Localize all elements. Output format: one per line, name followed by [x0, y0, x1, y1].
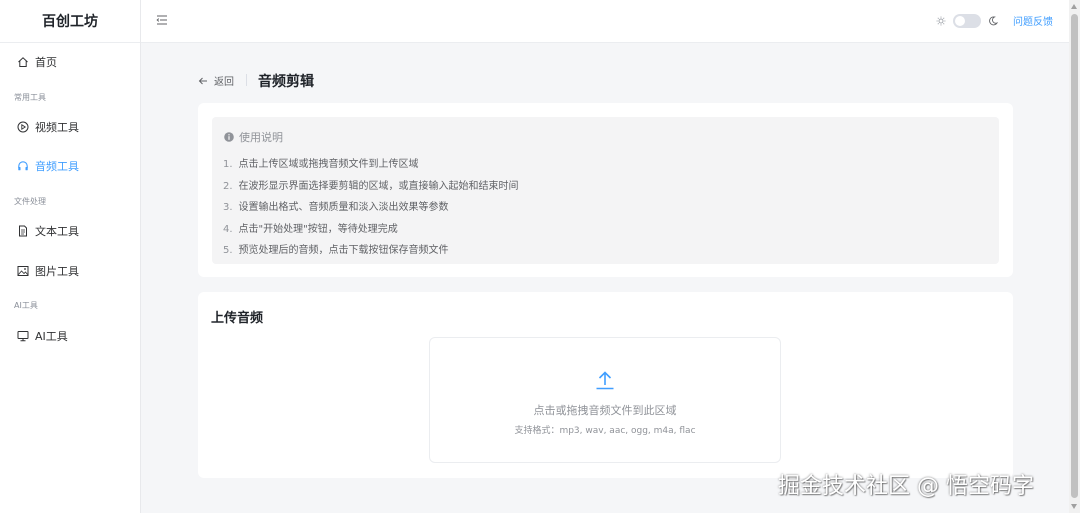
- watermark: 掘金技术社区 @ 悟空码字: [778, 474, 1034, 499]
- instructions-title: 使用说明: [224, 129, 283, 145]
- scroll-down-arrow[interactable]: [1071, 504, 1077, 509]
- step-text: 点击上传区域或拖拽音频文件到上传区域: [238, 159, 419, 170]
- step-text: 设置输出格式、音频质量和淡入淡出效果等参数: [238, 202, 449, 213]
- play-circle-icon: [17, 121, 29, 133]
- scrollbar-thumb[interactable]: [1071, 14, 1078, 498]
- top-header: 问题反馈: [141, 0, 1069, 43]
- scroll-up-arrow[interactable]: [1071, 4, 1077, 9]
- upload-card: 上传音频 点击或拖拽音频文件到此区域 支持格式：mp3, wav, aac, o…: [198, 292, 1013, 478]
- sidebar-item-label: 音频工具: [35, 160, 79, 173]
- page-title: 音频剪辑: [258, 74, 314, 90]
- instruction-step: 5. 预览处理后的音频，点击下载按钮保存音频文件: [223, 241, 449, 256]
- step-number: 5.: [223, 245, 233, 256]
- sidebar-item-video[interactable]: 视频工具: [0, 112, 140, 142]
- step-text: 在波形显示界面选择要剪辑的区域，或直接输入起始和结束时间: [238, 181, 519, 192]
- sidebar-item-label: 视频工具: [35, 121, 79, 134]
- sidebar-item-text[interactable]: 文本工具: [0, 216, 140, 246]
- sidebar-item-label: 首页: [35, 56, 57, 69]
- back-label: 返回: [214, 77, 234, 88]
- sidebar-item-ai[interactable]: AI工具: [0, 321, 140, 351]
- upload-dropzone[interactable]: 点击或拖拽音频文件到此区域 支持格式：mp3, wav, aac, ogg, m…: [429, 337, 781, 463]
- arrow-left-icon: [198, 77, 207, 84]
- upload-title: 上传音频: [211, 311, 264, 326]
- sidebar-item-image[interactable]: 图片工具: [0, 256, 140, 286]
- step-number: 4.: [223, 224, 233, 235]
- document-icon: [17, 225, 29, 237]
- toggle-knob: [955, 16, 965, 26]
- supported-formats-hint: 支持格式：mp3, wav, aac, ogg, m4a, flac: [514, 426, 696, 436]
- instructions-title-text: 使用说明: [239, 131, 283, 144]
- sidebar-item-label: 文本工具: [35, 225, 79, 238]
- sun-icon: [936, 16, 946, 26]
- upload-icon: [594, 369, 616, 391]
- info-icon: [224, 132, 234, 142]
- moon-icon: [988, 16, 999, 26]
- instruction-step: 1. 点击上传区域或拖拽音频文件到上传区域: [223, 155, 419, 170]
- back-button[interactable]: 返回: [198, 73, 234, 88]
- sidebar-item-audio[interactable]: 音频工具: [0, 151, 140, 181]
- sidebar-item-label: AI工具: [35, 330, 68, 343]
- step-number: 1.: [223, 159, 233, 170]
- step-number: 3.: [223, 202, 233, 213]
- instruction-step: 2. 在波形显示界面选择要剪辑的区域，或直接输入起始和结束时间: [223, 177, 519, 192]
- sidebar: 百创工坊 首页 常用工具 视频工具 音频工具 文件处理 文本工具 图片工具 AI…: [0, 0, 141, 513]
- feedback-link[interactable]: 问题反馈: [1013, 13, 1053, 28]
- monitor-icon: [17, 330, 29, 342]
- menu-collapse-icon[interactable]: [155, 13, 169, 27]
- brand-logo[interactable]: 百创工坊: [0, 0, 140, 43]
- nav-group-ai: AI工具: [14, 301, 38, 310]
- instruction-step: 4. 点击"开始处理"按钮，等待处理完成: [223, 220, 398, 235]
- step-number: 2.: [223, 181, 233, 192]
- sidebar-item-label: 图片工具: [35, 265, 79, 278]
- step-text: 点击"开始处理"按钮，等待处理完成: [238, 224, 398, 235]
- nav-group-file: 文件处理: [14, 197, 46, 206]
- headphones-icon: [17, 160, 29, 172]
- instructions-panel: 使用说明 1. 点击上传区域或拖拽音频文件到上传区域 2. 在波形显示界面选择要剪辑…: [212, 117, 999, 264]
- image-icon: [17, 265, 29, 277]
- nav-group-common: 常用工具: [14, 93, 46, 102]
- home-icon: [17, 56, 29, 68]
- step-text: 预览处理后的音频，点击下载按钮保存音频文件: [238, 245, 449, 256]
- sidebar-item-home[interactable]: 首页: [0, 47, 140, 77]
- heading-divider: [246, 74, 247, 86]
- page-scrollbar[interactable]: [1069, 0, 1080, 513]
- dark-mode-toggle[interactable]: [953, 14, 981, 28]
- instructions-card: 使用说明 1. 点击上传区域或拖拽音频文件到上传区域 2. 在波形显示界面选择要剪辑…: [198, 103, 1013, 277]
- dropzone-text: 点击或拖拽音频文件到此区域: [533, 404, 677, 417]
- instruction-step: 3. 设置输出格式、音频质量和淡入淡出效果等参数: [223, 198, 449, 213]
